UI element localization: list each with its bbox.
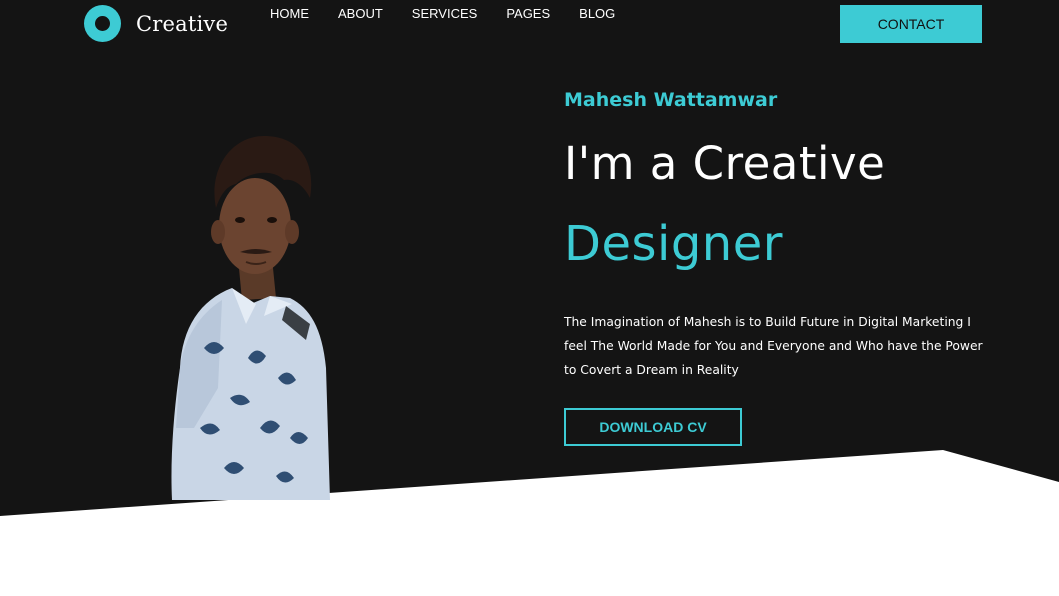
hero-content: Mahesh Wattamwar I'm a Creative Designer <box>564 86 984 272</box>
nav-item-home[interactable]: HOME <box>270 6 309 22</box>
hero-name: Mahesh Wattamwar <box>564 89 778 111</box>
profile-photo <box>171 136 330 500</box>
nav-item-pages[interactable]: PAGES <box>506 6 550 22</box>
hero-role: Designer <box>564 216 783 272</box>
logo[interactable]: Creative <box>84 5 228 42</box>
nav-item-about[interactable]: ABOUT <box>338 6 383 22</box>
logo-ring-icon <box>84 5 121 42</box>
nav-item-blog[interactable]: BLOG <box>579 6 615 22</box>
main-nav: HOME ABOUT SERVICES PAGES BLOG <box>270 6 644 22</box>
header: Creative HOME ABOUT SERVICES PAGES BLOG … <box>0 0 1059 50</box>
hero-title: I'm a Creative <box>564 137 886 190</box>
logo-text: Creative <box>136 11 229 36</box>
page: Creative HOME ABOUT SERVICES PAGES BLOG … <box>0 0 1059 596</box>
download-cv-button[interactable]: DOWNLOAD CV <box>564 408 742 446</box>
hero-description: The Imagination of Mahesh is to Build Fu… <box>564 315 983 377</box>
nav-item-services[interactable]: SERVICES <box>412 6 478 22</box>
contact-button[interactable]: CONTACT <box>840 5 982 43</box>
